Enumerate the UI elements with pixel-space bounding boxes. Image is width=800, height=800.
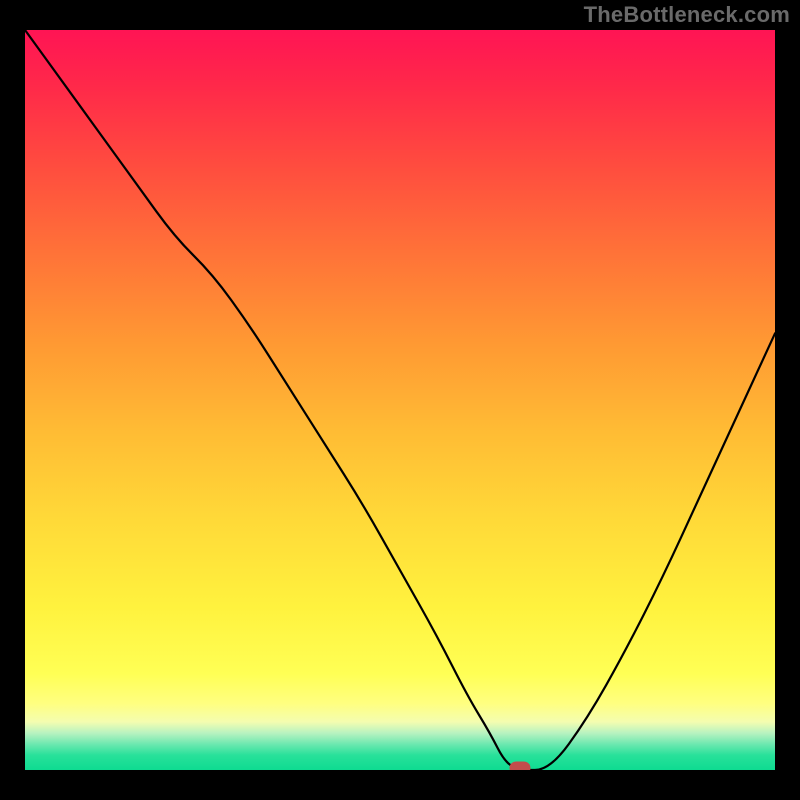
plot-area	[25, 30, 775, 770]
watermark-text: TheBottleneck.com	[584, 2, 790, 28]
bottleneck-curve	[25, 30, 775, 770]
plot-svg	[25, 30, 775, 770]
optimal-marker	[510, 762, 530, 770]
chart-container: TheBottleneck.com	[0, 0, 800, 800]
